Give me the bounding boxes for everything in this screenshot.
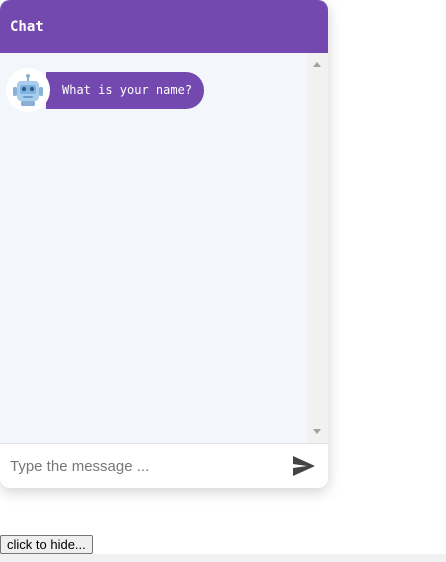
message-input[interactable] bbox=[0, 444, 280, 488]
chat-widget: Chat What is your name? bbox=[0, 0, 328, 488]
chat-message-area[interactable]: What is your name? bbox=[0, 53, 328, 443]
bot-avatar bbox=[6, 68, 50, 112]
scroll-down-arrow-icon[interactable] bbox=[313, 429, 321, 434]
hide-chat-button[interactable]: click to hide... bbox=[0, 535, 93, 554]
chat-header: Chat bbox=[0, 0, 328, 53]
send-icon bbox=[293, 456, 315, 476]
scroll-up-arrow-icon[interactable] bbox=[313, 62, 321, 67]
chat-title: Chat bbox=[10, 18, 44, 35]
page-horizontal-scrollbar[interactable] bbox=[0, 554, 446, 562]
chat-scrollbar[interactable] bbox=[307, 53, 328, 443]
message-input-bar bbox=[0, 443, 328, 488]
message-bubble: What is your name? bbox=[46, 71, 205, 109]
bot-message: What is your name? bbox=[6, 68, 205, 112]
robot-icon bbox=[13, 74, 43, 106]
send-button[interactable] bbox=[292, 455, 316, 477]
